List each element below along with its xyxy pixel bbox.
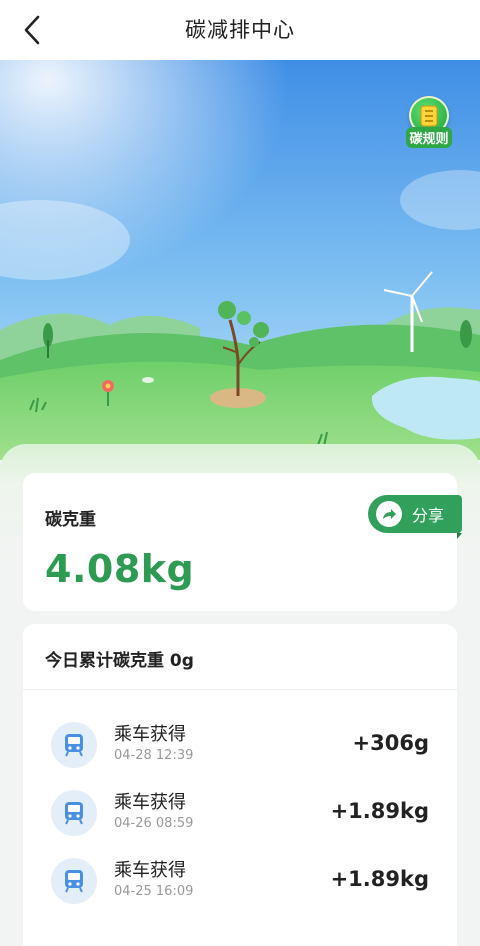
- today-total-label: 今日累计碳克重 0g: [45, 651, 194, 671]
- record-title: 乘车获得: [114, 860, 186, 881]
- record-row[interactable]: 乘车获得 04-26 08:59 +1.89kg: [23, 784, 457, 844]
- record-title: 乘车获得: [114, 724, 186, 745]
- record-amount: +1.89kg: [330, 867, 429, 891]
- carbon-summary-card: 碳克重 4.08kg 分享: [23, 473, 462, 611]
- record-row[interactable]: 乘车获得 04-28 12:39 +306g: [23, 716, 457, 776]
- share-button[interactable]: 分享: [368, 495, 462, 533]
- header-bar: 碳减排中心: [0, 0, 480, 60]
- bus-icon: [51, 790, 97, 836]
- share-arrow-icon: [376, 501, 402, 527]
- carbon-rules-button[interactable]: 碳规则: [404, 96, 454, 148]
- divider: [23, 689, 457, 690]
- bus-icon: [51, 858, 97, 904]
- carbon-center-page: 碳减排中心 碳规则 碳克重 4.08kg 分享 今日累计碳克重 0g 乘车获得 …: [0, 0, 480, 946]
- record-title: 乘车获得: [114, 792, 186, 813]
- record-amount: +306g: [352, 731, 429, 755]
- record-time: 04-28 12:39: [114, 748, 194, 763]
- record-row[interactable]: 乘车获得 04-25 16:09 +1.89kg: [23, 852, 457, 912]
- rules-label: 碳规则: [406, 127, 452, 148]
- carbon-weight-label: 碳克重: [45, 510, 96, 530]
- share-ribbon-fold: [457, 533, 462, 539]
- share-label: 分享: [412, 506, 445, 525]
- bus-icon: [51, 722, 97, 768]
- record-time: 04-25 16:09: [114, 884, 194, 899]
- carbon-weight-value: 4.08kg: [45, 547, 195, 591]
- carbon-records-card: 今日累计碳克重 0g 乘车获得 04-28 12:39 +306g 乘车获得 0…: [23, 624, 457, 946]
- record-time: 04-26 08:59: [114, 816, 194, 831]
- page-title: 碳减排中心: [185, 18, 295, 42]
- notebook-icon: [420, 105, 438, 126]
- record-amount: +1.89kg: [330, 799, 429, 823]
